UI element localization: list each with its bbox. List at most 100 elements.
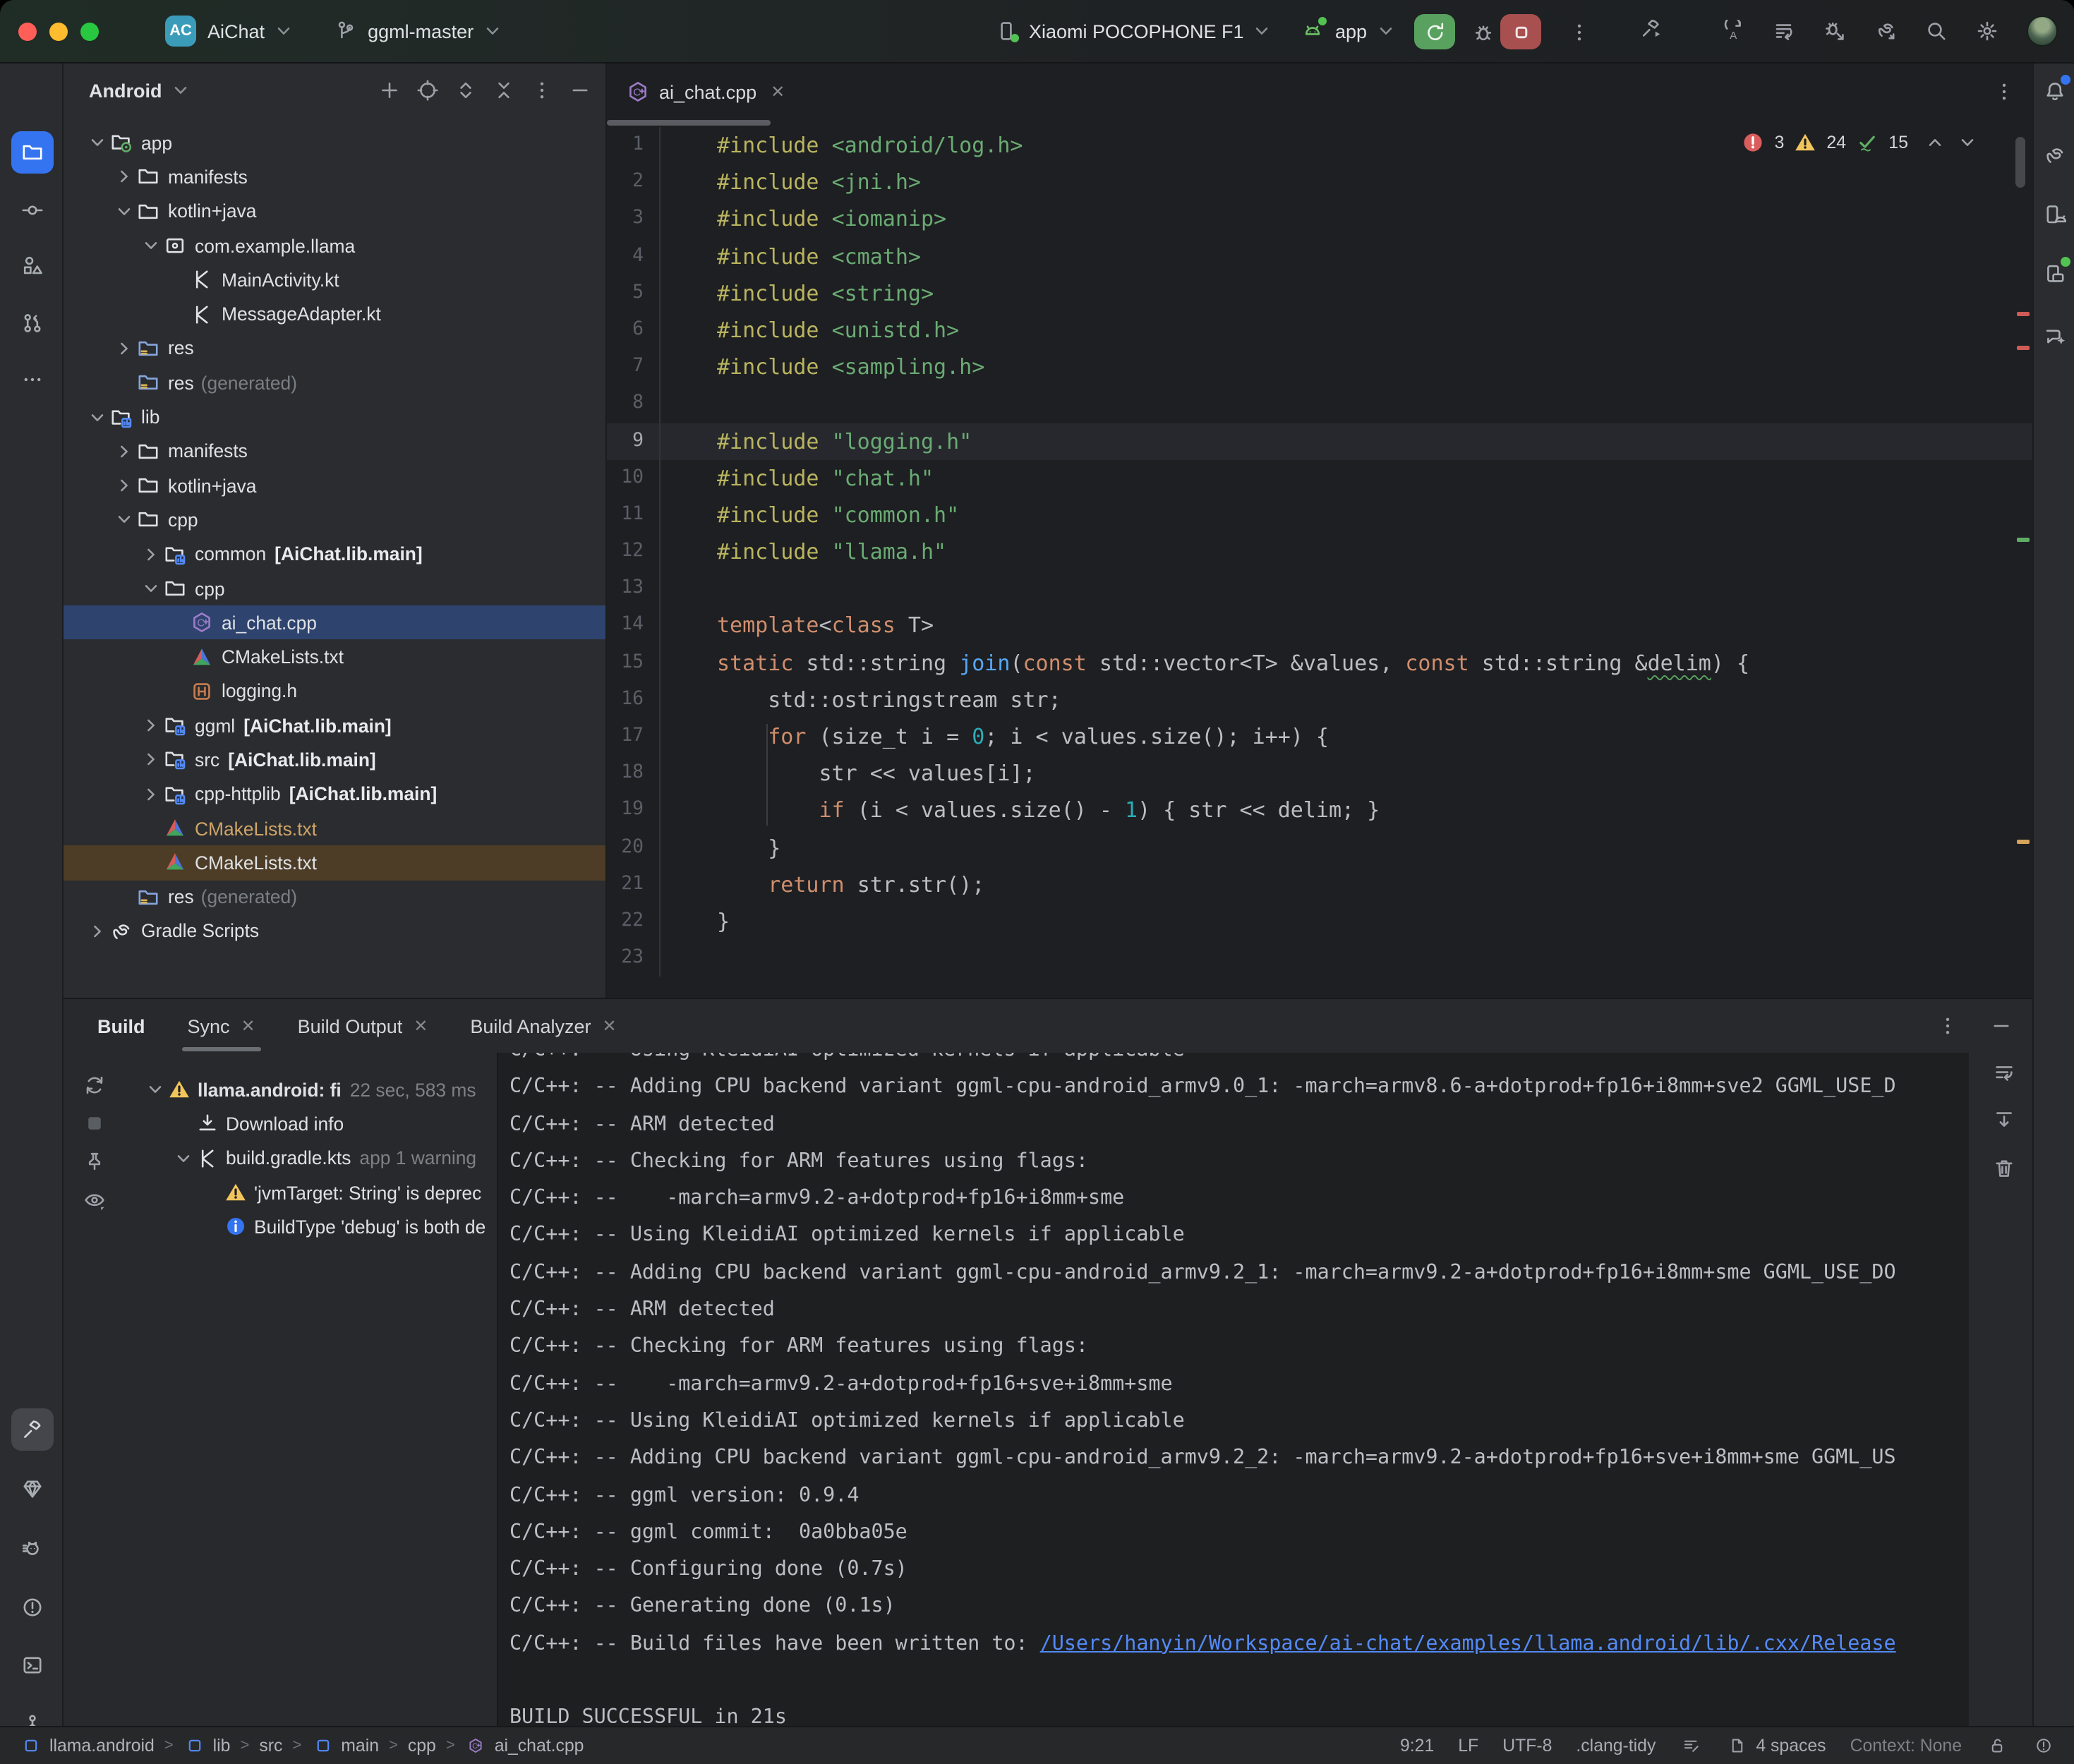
tool-terminal[interactable] bbox=[11, 1644, 53, 1686]
code-line[interactable]: 18 str << values[i]; bbox=[607, 755, 2032, 792]
branch-widget[interactable]: ggml-master bbox=[334, 20, 503, 42]
hide-tool-window-icon[interactable] bbox=[569, 79, 591, 102]
code-line[interactable]: 9 #include "logging.h" bbox=[607, 423, 2032, 459]
tab-ai-chat-cpp[interactable]: C ai_chat.cpp ✕ bbox=[607, 64, 799, 120]
code-line[interactable]: 19 if (i < values.size() - 1) { str << d… bbox=[607, 792, 2032, 829]
code-line[interactable]: 20 } bbox=[607, 829, 2032, 866]
tree-row-logging-h[interactable]: logging.h bbox=[64, 675, 605, 709]
code-line[interactable]: 3 #include <iomanip> bbox=[607, 201, 2032, 238]
tree-row-src[interactable]: src[AiChat.lib.main] bbox=[64, 743, 605, 778]
select-opened-file-icon[interactable] bbox=[416, 79, 439, 102]
tool-more-tool-windows[interactable] bbox=[11, 358, 53, 401]
code-line[interactable]: 11 #include "common.h" bbox=[607, 497, 2032, 533]
build-tree-row[interactable]: BuildType 'debug' is both de bbox=[127, 1209, 497, 1244]
editor-options-icon[interactable] bbox=[1993, 80, 2015, 103]
apply-changes-restart-icon[interactable]: A bbox=[1722, 20, 1744, 42]
tree-row-res[interactable]: res bbox=[64, 332, 605, 366]
tree-row-app[interactable]: app bbox=[64, 126, 605, 160]
code-line[interactable]: 12 #include "llama.h" bbox=[607, 533, 2032, 570]
code-line[interactable]: 22 } bbox=[607, 903, 2032, 940]
rerun-button[interactable] bbox=[1414, 14, 1455, 49]
project-view-selector[interactable]: Android bbox=[89, 80, 162, 101]
build-console[interactable]: C/C++: -- Using KleidiAI optimized kerne… bbox=[497, 1053, 1969, 1726]
editor-vscrollbar-thumb[interactable] bbox=[2015, 137, 2025, 188]
code-line[interactable]: 14 template<class T> bbox=[607, 608, 2032, 644]
device-selector[interactable]: Xiaomi POCOPHONE F1 bbox=[995, 20, 1274, 42]
code-line[interactable]: 4 #include <cmath> bbox=[607, 238, 2032, 274]
error-stripe-mark[interactable] bbox=[2017, 840, 2030, 844]
build-options-icon[interactable] bbox=[1936, 1015, 1959, 1037]
tree-row-mainactivity-kt[interactable]: MainActivity.kt bbox=[64, 262, 605, 297]
hide-build-panel-icon[interactable] bbox=[1990, 1015, 2013, 1037]
code-line[interactable]: 5 #include <string> bbox=[607, 275, 2032, 312]
debug-button[interactable] bbox=[1462, 14, 1503, 49]
status-write-access[interactable] bbox=[1986, 1734, 2008, 1757]
expand-all-icon[interactable] bbox=[454, 79, 477, 102]
view-options-icon[interactable] bbox=[79, 1184, 110, 1215]
apply-code-changes-icon[interactable] bbox=[1773, 20, 1795, 42]
code-line[interactable]: 21 return str.str(); bbox=[607, 866, 2032, 903]
project-widget[interactable]: AC AiChat bbox=[145, 16, 294, 47]
tree-row-common[interactable]: common[AiChat.lib.main] bbox=[64, 537, 605, 572]
zoom-window-button[interactable] bbox=[80, 22, 99, 40]
add-icon[interactable] bbox=[378, 79, 401, 102]
tool-notifications[interactable] bbox=[2038, 75, 2072, 109]
tree-row-kotlin-java[interactable]: kotlin+java bbox=[64, 469, 605, 503]
options-menu-icon[interactable] bbox=[531, 79, 553, 102]
tree-row-manifests[interactable]: manifests bbox=[64, 434, 605, 469]
breadcrumb-item[interactable]: lib bbox=[183, 1734, 231, 1757]
status-caret-position[interactable]: 9:21 bbox=[1400, 1736, 1434, 1756]
minimize-window-button[interactable] bbox=[49, 22, 68, 40]
tree-row-gradle-scripts[interactable]: Gradle Scripts bbox=[64, 914, 605, 949]
build-run-icon[interactable] bbox=[1640, 17, 1663, 40]
editor-scrollbar-thumb[interactable] bbox=[607, 120, 771, 126]
close-tab-icon[interactable]: ✕ bbox=[241, 1016, 255, 1036]
build-tree-row[interactable]: llama.android: fi 22 sec, 583 ms bbox=[127, 1073, 497, 1107]
breadcrumb-item[interactable]: main bbox=[311, 1734, 379, 1757]
close-tab-icon[interactable]: ✕ bbox=[771, 82, 785, 102]
breadcrumb-item[interactable]: cpp bbox=[408, 1736, 436, 1756]
status-inspection-status[interactable] bbox=[2032, 1734, 2055, 1757]
build-tree-row[interactable]: build.gradle.kts app 1 warning bbox=[127, 1141, 497, 1176]
error-stripe-mark[interactable] bbox=[2017, 312, 2030, 316]
clear-all-icon[interactable] bbox=[1993, 1157, 2015, 1180]
tree-row-cpp[interactable]: cpp bbox=[64, 503, 605, 538]
tree-row-cmakelists-txt[interactable]: CMakeLists.txt bbox=[64, 811, 605, 846]
close-tab-icon[interactable]: ✕ bbox=[414, 1016, 428, 1036]
tree-row-com-example-llama[interactable]: com.example.llama bbox=[64, 229, 605, 263]
build-tree-row[interactable]: Download info bbox=[127, 1107, 497, 1142]
rerun-sync-icon[interactable] bbox=[79, 1070, 110, 1101]
breadcrumb[interactable]: llama.android>lib>src>main>cpp>Cai_chat.… bbox=[20, 1734, 584, 1757]
tool-device-manager[interactable] bbox=[2038, 198, 2072, 231]
code-line[interactable]: 8 bbox=[607, 386, 2032, 423]
breadcrumb-item[interactable]: llama.android bbox=[20, 1734, 155, 1757]
tool-logcat[interactable] bbox=[11, 1527, 53, 1569]
tree-row-kotlin-java[interactable]: kotlin+java bbox=[64, 194, 605, 229]
code-line[interactable]: 10 #include "chat.h" bbox=[607, 459, 2032, 496]
status-code-formatting[interactable] bbox=[1680, 1734, 1702, 1757]
avatar[interactable] bbox=[2027, 16, 2058, 47]
settings-icon[interactable] bbox=[1976, 20, 1998, 42]
status-context[interactable]: Context: None bbox=[1850, 1736, 1962, 1756]
tree-row-cmakelists-txt[interactable]: CMakeLists.txt bbox=[64, 640, 605, 675]
tool-commit[interactable] bbox=[11, 189, 53, 231]
code-line[interactable]: 16 std::ostringstream str; bbox=[607, 682, 2032, 718]
build-tab-build-output[interactable]: Build Output✕ bbox=[298, 999, 428, 1053]
status-clang-tidy[interactable]: .clang-tidy bbox=[1576, 1736, 1656, 1756]
code-line[interactable]: 23 bbox=[607, 940, 2032, 977]
stop-sync-icon[interactable] bbox=[79, 1108, 110, 1139]
tool-gradle[interactable] bbox=[2038, 138, 2072, 172]
error-stripe-mark[interactable] bbox=[2017, 346, 2030, 350]
tree-row-messageadapter-kt[interactable]: MessageAdapter.kt bbox=[64, 297, 605, 332]
run-configuration-selector[interactable]: app bbox=[1301, 20, 1397, 42]
code-line[interactable]: 17 for (size_t i = 0; i < values.size();… bbox=[607, 718, 2032, 755]
close-tab-icon[interactable]: ✕ bbox=[603, 1016, 617, 1036]
tree-row-lib[interactable]: lib bbox=[64, 400, 605, 435]
breadcrumb-item[interactable]: Cai_chat.cpp bbox=[465, 1734, 584, 1757]
tool-project[interactable] bbox=[11, 131, 53, 174]
attach-debugger-icon[interactable] bbox=[1823, 20, 1846, 42]
tree-row-ggml[interactable]: ggml[AiChat.lib.main] bbox=[64, 708, 605, 743]
tool-app-inspection[interactable] bbox=[11, 1468, 53, 1510]
sync-project-gradle-icon[interactable] bbox=[1874, 20, 1897, 42]
status-line-separator[interactable]: LF bbox=[1458, 1736, 1478, 1756]
